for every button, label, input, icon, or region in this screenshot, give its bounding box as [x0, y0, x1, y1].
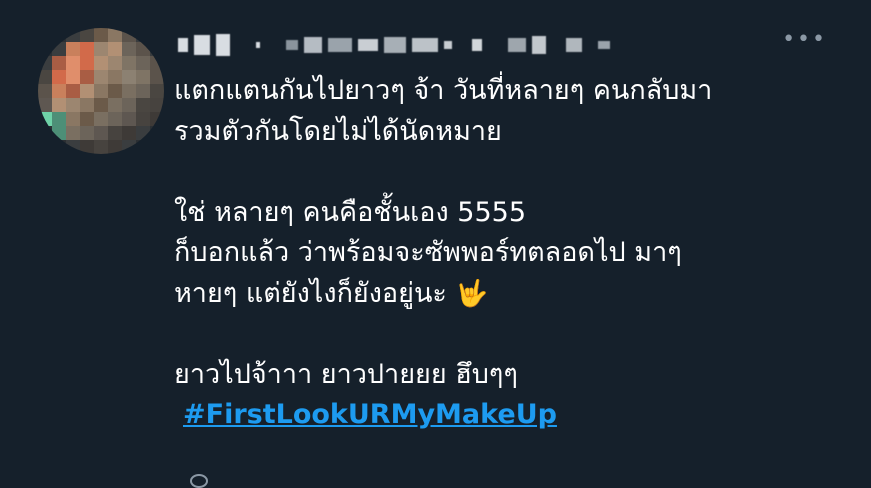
avatar-pixel	[66, 28, 80, 42]
avatar-pixel	[108, 42, 122, 56]
avatar-pixel	[150, 98, 164, 112]
avatar-pixel	[108, 98, 122, 112]
avatar-pixel	[122, 28, 136, 42]
avatar-pixel	[52, 70, 66, 84]
avatar-pixel	[122, 42, 136, 56]
avatar-pixel	[150, 84, 164, 98]
avatar-pixel	[122, 112, 136, 126]
avatar-pixel	[80, 42, 94, 56]
avatar-pixel	[150, 70, 164, 84]
reply-icon[interactable]	[190, 474, 208, 488]
avatar-pixel	[136, 140, 150, 154]
avatar-pixel	[94, 70, 108, 84]
avatar-pixel	[150, 28, 164, 42]
avatar-pixel	[108, 70, 122, 84]
avatar-pixel	[136, 126, 150, 140]
avatar-pixel	[80, 98, 94, 112]
avatar-pixel	[38, 84, 52, 98]
avatar-pixel	[66, 140, 80, 154]
avatar-pixel	[38, 42, 52, 56]
avatar-pixel	[108, 112, 122, 126]
hashtag-line: #FirstLookURMyMakeUp	[174, 395, 834, 436]
censored-user-name[interactable]	[178, 33, 610, 57]
avatar-pixel	[38, 56, 52, 70]
avatar-pixel	[108, 28, 122, 42]
avatar-pixel	[136, 84, 150, 98]
avatar-pixel	[94, 42, 108, 56]
avatar-pixel	[94, 56, 108, 70]
avatar-pixel	[94, 112, 108, 126]
avatar-pixel	[66, 84, 80, 98]
avatar-pixel	[66, 112, 80, 126]
avatar-pixel	[94, 98, 108, 112]
tweet-line: ก็บอกแล้ว ว่าพร้อมจะซัพพอร์ทตลอดไป มาๆ	[174, 237, 682, 268]
tweet-line: ใช่ หลายๆ คนคือชั้นเอง 5555	[174, 196, 527, 228]
avatar-pixel	[136, 28, 150, 42]
tweet-line: แตกแตนกันไปยาวๆ จ้า วันที่หลายๆ คนกลับมา	[174, 75, 713, 106]
avatar-pixel	[122, 56, 136, 70]
avatar-pixel	[80, 84, 94, 98]
avatar-pixel	[108, 126, 122, 140]
avatar-pixel	[122, 126, 136, 140]
tweet-text: แตกแตนกันไปยาวๆ จ้า วันที่หลายๆ คนกลับมา…	[174, 71, 834, 436]
avatar-pixel	[150, 126, 164, 140]
avatar-pixel	[136, 70, 150, 84]
avatar-pixel	[52, 140, 66, 154]
avatar-pixel	[38, 126, 52, 140]
avatar-pixel	[52, 126, 66, 140]
avatar-pixel	[94, 140, 108, 154]
avatar-pixel	[38, 28, 52, 42]
avatar-pixel	[66, 56, 80, 70]
hashtag-link[interactable]: #FirstLookURMyMakeUp	[183, 399, 557, 430]
avatar-pixel	[52, 42, 66, 56]
more-options-icon[interactable]: •••	[782, 29, 827, 51]
tweet-line: ยาวไปจ้าาา ยาวปายยย ฮึบๆๆ	[174, 358, 518, 390]
avatar-pixel	[80, 112, 94, 126]
avatar[interactable]	[38, 28, 164, 154]
avatar-pixel	[38, 140, 52, 154]
avatar-pixel	[52, 98, 66, 112]
tweet: ••• แตกแตนกันไปยาวๆ จ้า วันที่หลายๆ คนกล…	[0, 0, 871, 488]
avatar-pixel	[94, 28, 108, 42]
tweet-line-text: หายๆ แต่ยังไงก็ยังอยู่นะ	[174, 277, 447, 309]
avatar-pixel	[136, 56, 150, 70]
avatar-pixel	[52, 56, 66, 70]
love-you-gesture-icon: 🤟	[455, 278, 488, 309]
tweet-line: รวมตัวกันโดยไม่ได้นัดหมาย	[174, 115, 502, 147]
avatar-pixel	[122, 70, 136, 84]
avatar-pixel	[66, 70, 80, 84]
avatar-pixel	[52, 112, 66, 126]
avatar-pixel	[108, 140, 122, 154]
avatar-pixel	[66, 126, 80, 140]
avatar-pixel	[150, 112, 164, 126]
avatar-pixel	[94, 84, 108, 98]
avatar-pixel	[122, 140, 136, 154]
avatar-pixel	[94, 126, 108, 140]
avatar-pixel	[80, 70, 94, 84]
avatar-pixel	[38, 98, 52, 112]
avatar-pixel	[136, 112, 150, 126]
avatar-pixel	[122, 98, 136, 112]
avatar-pixel	[80, 56, 94, 70]
avatar-pixel	[38, 70, 52, 84]
avatar-pixel	[52, 84, 66, 98]
avatar-pixel	[150, 42, 164, 56]
avatar-pixel	[150, 56, 164, 70]
avatar-pixel	[150, 140, 164, 154]
avatar-pixel	[80, 140, 94, 154]
avatar-pixel	[108, 56, 122, 70]
avatar-pixel	[80, 126, 94, 140]
avatar-pixel	[108, 84, 122, 98]
avatar-pixel	[136, 98, 150, 112]
avatar-pixel	[66, 42, 80, 56]
avatar-pixel	[38, 112, 52, 126]
avatar-pixel	[80, 28, 94, 42]
avatar-pixel	[136, 42, 150, 56]
avatar-pixel	[66, 98, 80, 112]
tweet-line: หายๆ แต่ยังไงก็ยังอยู่นะ 🤟	[174, 274, 834, 315]
avatar-pixel	[122, 84, 136, 98]
avatar-pixel	[52, 28, 66, 42]
